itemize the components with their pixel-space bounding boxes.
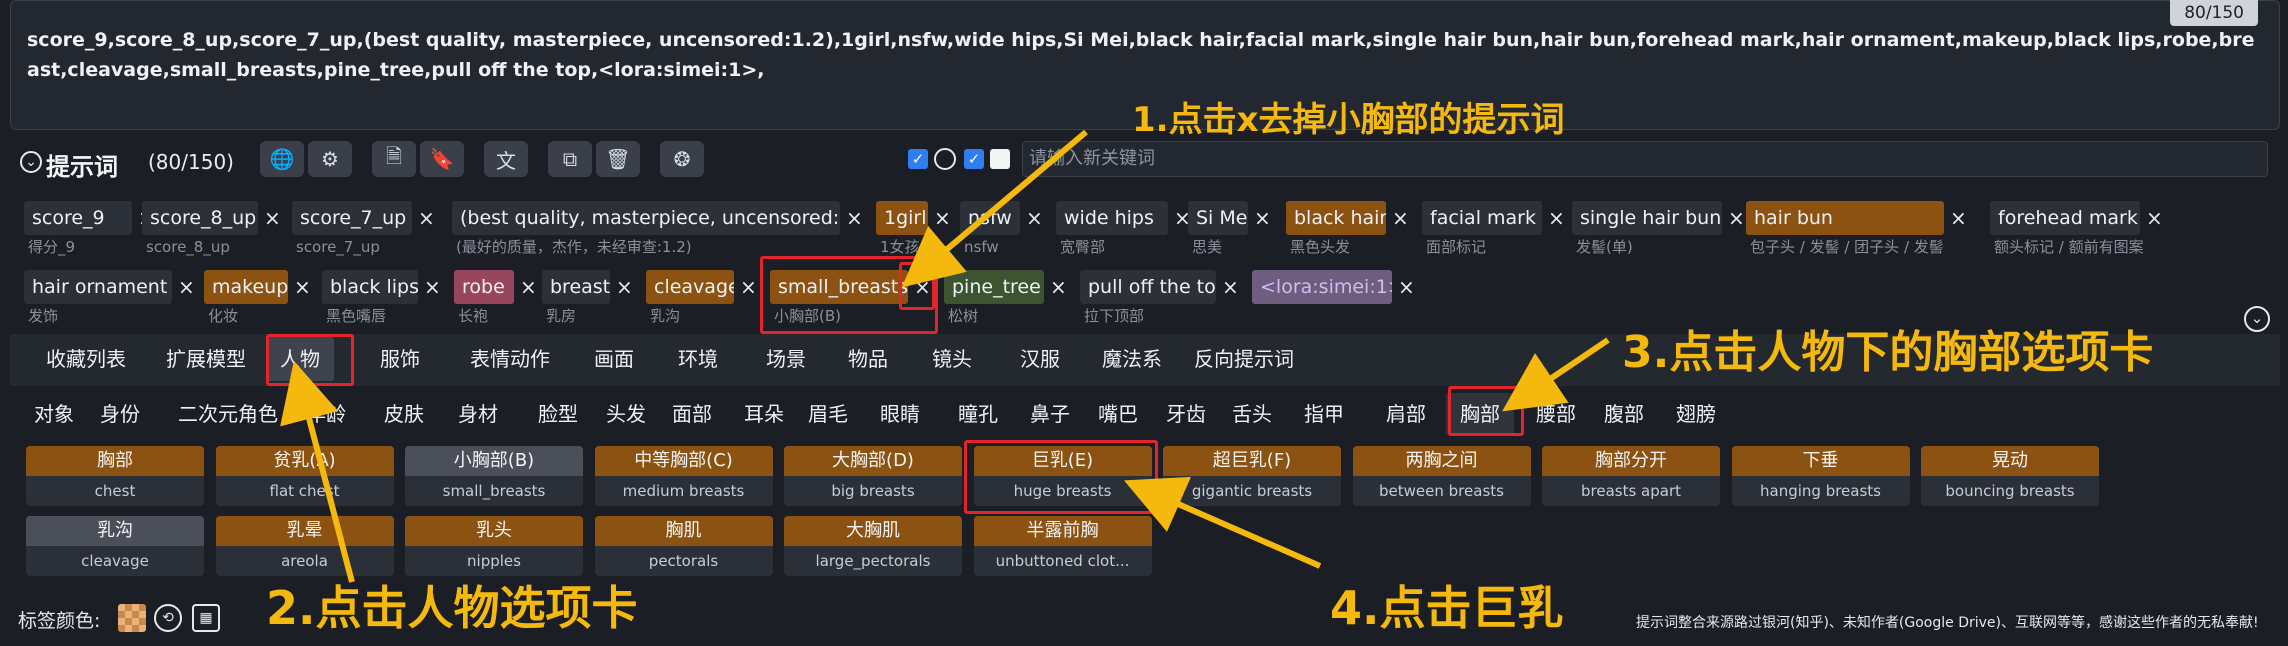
arrow-4 [1124,476,1322,569]
annotation-step-4: 4.点击巨乳 [1330,581,1564,635]
annotation-step-3: 3.点击人物下的胸部选项卡 [1622,327,2154,378]
arrow-2 [280,360,355,583]
arrow-1 [901,129,1088,288]
annotation-step-2: 2.点击人物选项卡 [266,581,638,635]
annotation-step-1: 1.点击x去掉小胸部的提示词 [1132,100,1565,140]
arrow-3 [1502,337,1610,412]
